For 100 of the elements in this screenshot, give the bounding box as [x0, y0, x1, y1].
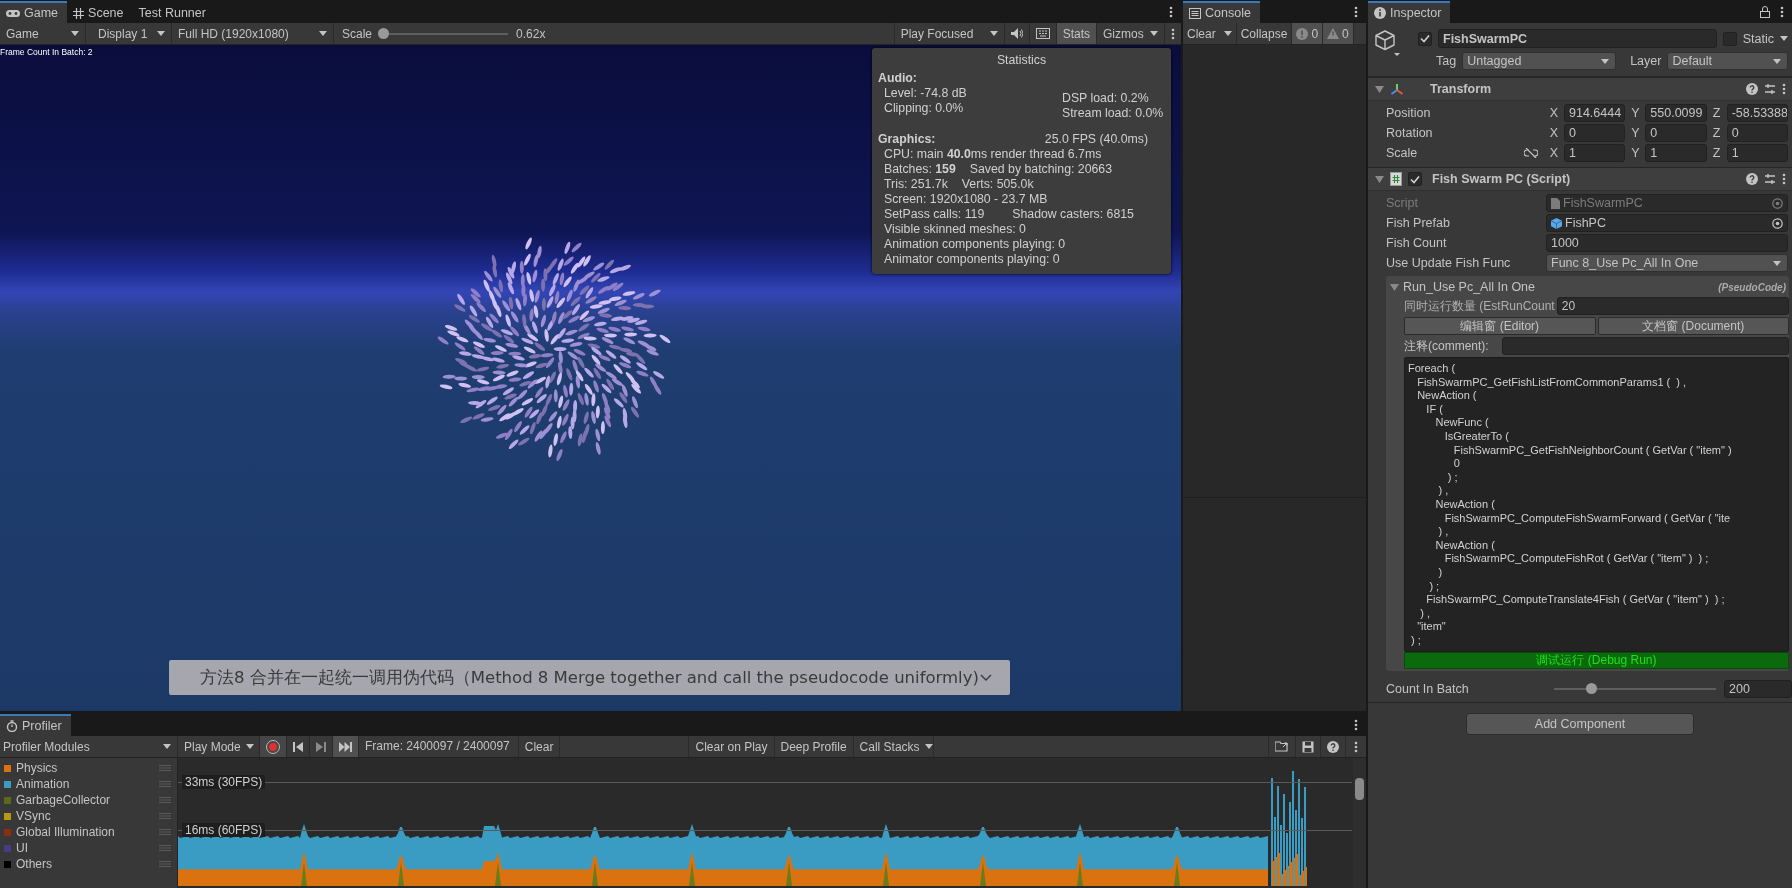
checkbox[interactable]	[1418, 31, 1432, 46]
module-label[interactable]: UI	[16, 841, 154, 855]
drag-handle-icon[interactable]	[159, 829, 171, 835]
module-label[interactable]: Others	[16, 857, 154, 871]
more-icon[interactable]	[1782, 83, 1786, 95]
load-button[interactable]	[1268, 736, 1296, 757]
drag-handle-icon[interactable]	[159, 797, 171, 803]
foldout-icon[interactable]	[1390, 282, 1399, 292]
input-field[interactable]: 550.0099	[1645, 104, 1707, 122]
tab[interactable]: Game	[0, 1, 68, 23]
help-icon[interactable]	[1746, 83, 1758, 95]
name-field[interactable]: FishSwarmPC	[1438, 29, 1717, 48]
sliders-icon[interactable]	[1764, 83, 1776, 95]
module-label[interactable]: Global Illumination	[16, 825, 154, 839]
scale-slider[interactable]	[378, 27, 509, 40]
more-icon[interactable]	[1782, 173, 1786, 185]
cube-icon[interactable]	[1374, 29, 1402, 59]
more-icon[interactable]	[1354, 718, 1358, 731]
foldout-icon[interactable]	[1375, 84, 1384, 94]
play-mode-dropdown[interactable]: Play Focused	[893, 23, 1005, 44]
warning-filter-toggle[interactable]: 0	[1323, 23, 1354, 44]
editor-button[interactable]: 编辑窗 (Editor)	[1404, 317, 1596, 335]
input-field[interactable]: 0	[1726, 124, 1788, 142]
tab[interactable]: Console	[1183, 1, 1260, 23]
slider-thumb[interactable]	[1585, 682, 1597, 694]
input-field[interactable]: 1	[1564, 144, 1626, 162]
graph-threshold-label: 16ms (60FPS)	[182, 823, 266, 837]
more-icon[interactable]	[1169, 5, 1173, 18]
comment-field[interactable]	[1502, 337, 1789, 355]
static-label: Static	[1742, 31, 1774, 46]
slider-track[interactable]	[1554, 682, 1716, 695]
input-field[interactable]: 1000	[1546, 234, 1788, 252]
stat-text: DSP load: 0.2%	[1062, 91, 1150, 106]
more-icon[interactable]	[1171, 27, 1175, 40]
module-label[interactable]: Physics	[16, 761, 154, 775]
module-label[interactable]: GarbageCollector	[16, 793, 154, 807]
tab[interactable]: Inspector	[1368, 1, 1451, 23]
field-label: Count In Batch	[1386, 681, 1470, 696]
axis-label: X	[1548, 126, 1560, 140]
record-button[interactable]	[260, 736, 287, 757]
stopwatch-icon	[6, 720, 18, 732]
method-dropdown[interactable]: 方法8 合并在一起统一调用伪代码（Method 8 Merge together and call the pseudocode uniformly)	[169, 660, 1010, 695]
stat-text: Verts: 505.0k	[961, 177, 1034, 192]
module-label[interactable]: Animation	[16, 777, 154, 791]
tab[interactable]: Scene	[67, 1, 133, 23]
stat-text: Saved by batching: 20663	[969, 162, 1112, 177]
object-field[interactable]: FishPC	[1546, 214, 1788, 232]
object-picker-icon[interactable]	[1772, 217, 1783, 229]
more-icon[interactable]	[1780, 5, 1784, 18]
layer-dropdown[interactable]: Default	[1667, 52, 1788, 70]
input-field[interactable]: 914.6444	[1564, 104, 1626, 122]
caret-icon	[1223, 31, 1232, 36]
function-dropdown[interactable]: Func 8_Use Pc_All In One	[1546, 254, 1788, 272]
clear-on-play-toggle[interactable]: Clear on Play	[688, 736, 775, 757]
code-line: FishSwarmPC_GetFishListFromCommonParams1 ( ) ,	[1416, 375, 1688, 390]
axis-label: Y	[1630, 106, 1641, 120]
debug-run-button[interactable]: 调试运行 (Debug Run)	[1404, 652, 1789, 670]
add-component-button[interactable]: Add Component	[1466, 713, 1694, 736]
stats-toggle[interactable]: Stats	[1056, 23, 1097, 44]
tab[interactable]: Test Runner	[132, 1, 215, 23]
drag-handle-icon[interactable]	[159, 765, 171, 771]
tag-label: Tag	[1436, 54, 1457, 68]
axis-label: Z	[1711, 146, 1722, 160]
lock-icon[interactable]	[1760, 5, 1770, 18]
info-icon	[1374, 7, 1386, 19]
input-field[interactable]: 200	[1724, 679, 1792, 698]
more-icon[interactable]	[1354, 740, 1358, 753]
caret-icon	[71, 31, 79, 36]
link-icon[interactable]	[1524, 148, 1538, 158]
object-picker-icon[interactable]	[1772, 197, 1783, 209]
input-field[interactable]: -58.53388	[1726, 104, 1788, 122]
error-filter-toggle[interactable]: 0	[1292, 23, 1324, 44]
input-field[interactable]: 0	[1564, 124, 1626, 142]
code-area[interactable]	[1404, 357, 1789, 653]
axis-label: Z	[1711, 106, 1722, 120]
sliders-icon[interactable]	[1764, 173, 1776, 185]
stat-text: Level: -74.8 dB	[884, 86, 967, 101]
module-label[interactable]: VSync	[16, 809, 154, 823]
code-line: FishSwarmPC_ComputeFishSwarmForward ( GetVar ( "ite	[1443, 511, 1732, 526]
input-field[interactable]: 1	[1726, 144, 1788, 162]
more-icon[interactable]	[1354, 5, 1358, 18]
document-button[interactable]: 文档窗 (Document)	[1597, 317, 1789, 335]
caret-icon	[924, 744, 933, 749]
stat-text: 25.0 FPS (40.0ms)	[1044, 132, 1148, 147]
foldout-icon[interactable]	[1375, 174, 1384, 184]
input-field[interactable]: 20	[1556, 297, 1789, 315]
help-icon[interactable]	[1746, 173, 1758, 185]
drag-handle-icon[interactable]	[159, 813, 171, 819]
tab[interactable]: Profiler	[0, 714, 71, 736]
tag-dropdown[interactable]: Untagged	[1462, 52, 1617, 70]
slider-thumb[interactable]	[378, 27, 390, 39]
checkbox[interactable]	[1408, 172, 1422, 186]
drag-handle-icon[interactable]	[159, 845, 171, 851]
current-frame-button[interactable]	[333, 736, 359, 757]
input-field[interactable]: 1	[1645, 144, 1707, 162]
input-field[interactable]: 0	[1645, 124, 1707, 142]
field-label: Position	[1386, 106, 1431, 120]
drag-handle-icon[interactable]	[159, 861, 171, 867]
field-label: Fish Prefab	[1386, 216, 1451, 230]
drag-handle-icon[interactable]	[159, 781, 171, 787]
